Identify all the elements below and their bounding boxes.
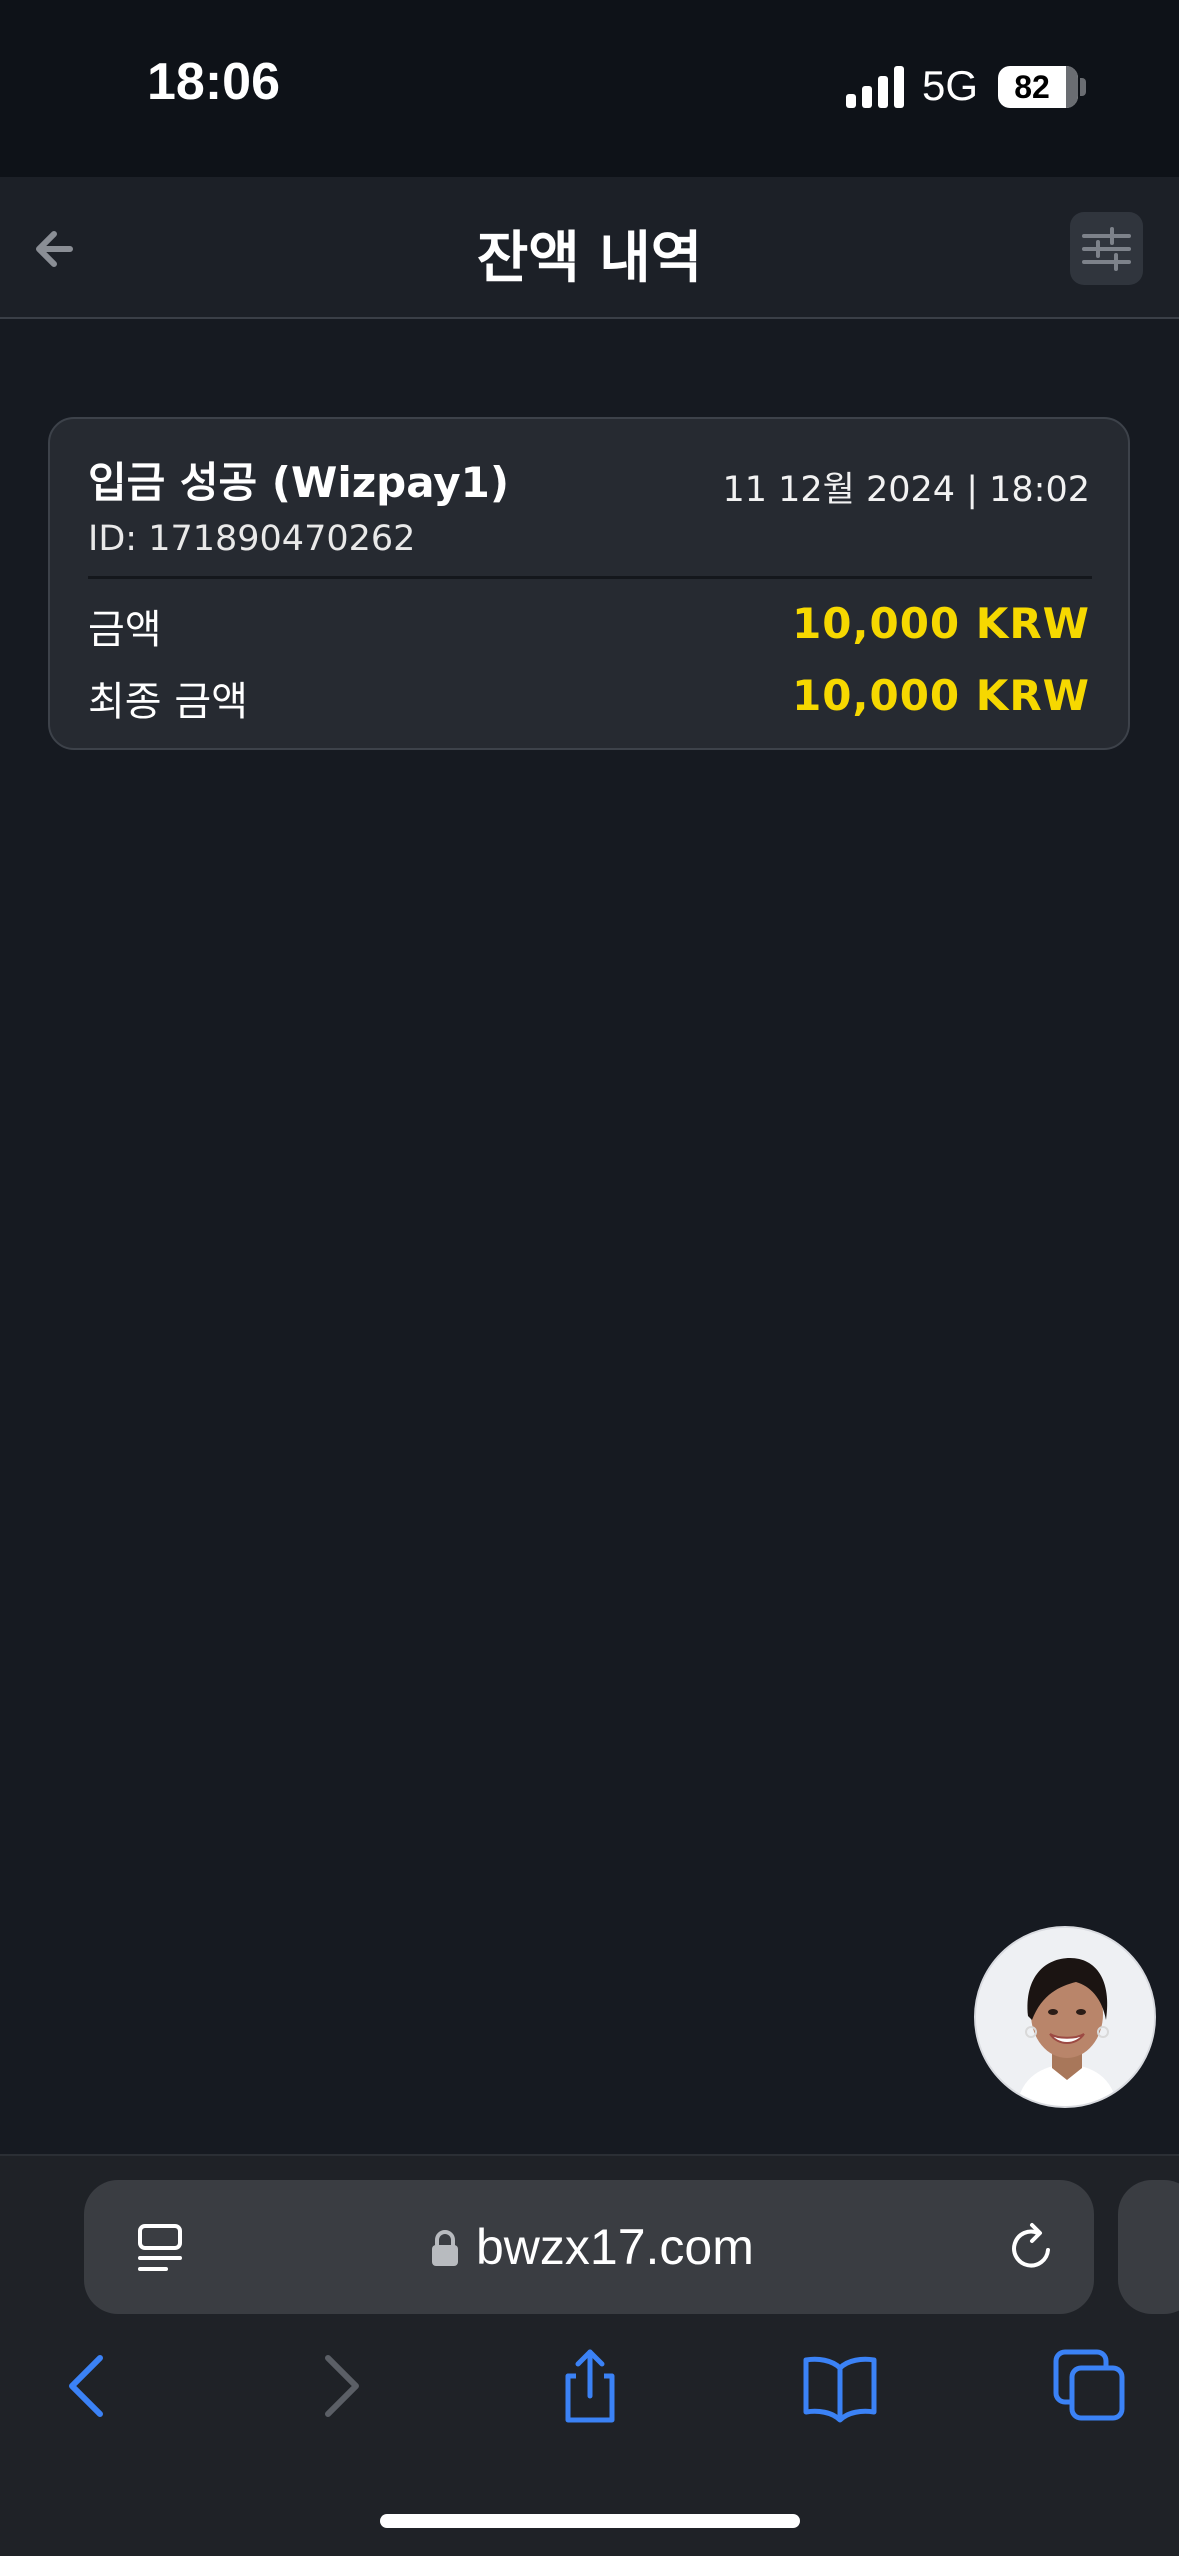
- sliders-icon: [1082, 227, 1131, 271]
- final-amount-value: 10,000 KRW: [792, 671, 1090, 720]
- agent-portrait-icon: [976, 1928, 1154, 2106]
- page: 18:06 5G 82 잔액 내역 입금 성공 (Wizpay1) 11 12월…: [0, 0, 1179, 2556]
- back-chevron-icon: [69, 2355, 103, 2417]
- battery-icon: 82: [998, 66, 1078, 108]
- browser-toolbar: bwzx17.com: [0, 2154, 1179, 2556]
- tabs-icon: [1053, 2349, 1125, 2421]
- forward-chevron-icon: [325, 2355, 359, 2417]
- support-chat-avatar[interactable]: [974, 1926, 1156, 2108]
- address-bar[interactable]: bwzx17.com: [84, 2180, 1094, 2314]
- share-icon: [565, 2349, 615, 2423]
- home-indicator: [380, 2514, 800, 2528]
- transaction-card[interactable]: 입금 성공 (Wizpay1) 11 12월 2024 | 18:02 ID: …: [48, 417, 1130, 750]
- cellular-signal-icon: [846, 64, 904, 108]
- url-text: bwzx17.com: [476, 2219, 754, 2275]
- divider: [88, 576, 1092, 579]
- status-bar: 18:06 5G 82: [0, 0, 1179, 177]
- battery-tip: [1080, 78, 1086, 96]
- browser-forward-button[interactable]: [298, 2344, 382, 2428]
- battery-level: 82: [1014, 69, 1050, 105]
- tabs-button[interactable]: [1048, 2344, 1132, 2428]
- bookmarks-icon: [803, 2356, 877, 2423]
- page-title: 잔액 내역: [476, 226, 703, 291]
- transaction-date: 11 12월 2024 | 18:02: [722, 470, 1090, 510]
- transaction-title: 입금 성공 (Wizpay1): [88, 458, 510, 507]
- bookmarks-button[interactable]: [798, 2344, 882, 2428]
- transaction-id: ID: 171890470262: [88, 519, 416, 559]
- reader-icon[interactable]: [134, 2220, 190, 2276]
- reload-icon[interactable]: [1002, 2218, 1062, 2278]
- filter-button[interactable]: [1070, 212, 1143, 285]
- amount-value: 10,000 KRW: [792, 599, 1090, 648]
- final-amount-label: 최종 금액: [88, 679, 248, 725]
- browser-back-button[interactable]: [46, 2344, 130, 2428]
- network-type: 5G: [922, 62, 979, 109]
- lock-icon: [430, 2230, 460, 2268]
- amount-label: 금액: [88, 607, 162, 653]
- share-button[interactable]: [548, 2344, 632, 2428]
- app-header: 잔액 내역: [0, 177, 1179, 319]
- next-tab-address-bar[interactable]: [1118, 2180, 1179, 2314]
- status-time: 18:06: [147, 53, 280, 111]
